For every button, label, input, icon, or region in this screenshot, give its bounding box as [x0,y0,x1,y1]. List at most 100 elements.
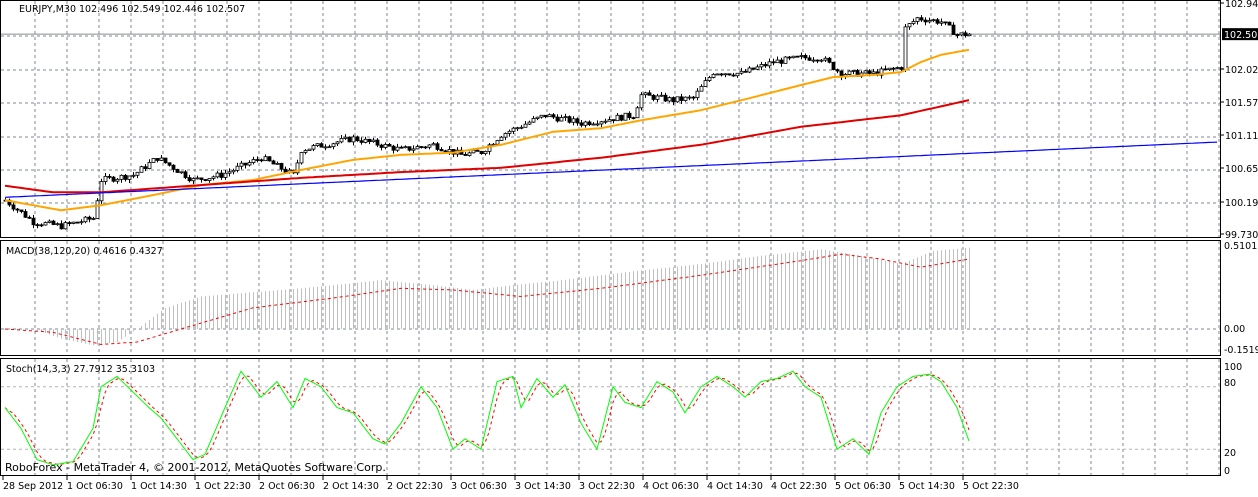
macd-signal-line [4,253,970,346]
candle-body [143,166,148,169]
price-tick-label: 100.650 [1225,164,1258,175]
candle-body [255,159,260,161]
candle-body [379,144,384,148]
candle-body [907,23,912,28]
candle-body [667,97,672,102]
candle-body [107,175,112,178]
candle-body [959,32,964,36]
candle-body [367,138,372,142]
price-tick-label: 101.110 [1225,131,1258,142]
candle-body [159,157,164,161]
candle-body [227,171,232,174]
time-tick-label: 1 Oct 06:30 [67,481,123,492]
candle-body [447,149,452,153]
candle-body [591,123,596,126]
macd-tick-label: 0.5101 [1224,241,1257,252]
candle-body [719,73,724,76]
time-tick-label: 3 Oct 14:30 [515,481,571,492]
candle-body [371,139,376,142]
time-tick-label: 28 Sep 2012 [3,481,63,492]
candle-body [123,174,128,180]
candle-body [347,136,352,143]
candle-body [279,162,284,170]
candle-body [923,19,928,23]
candle-body [55,223,60,226]
candle-body [479,150,484,155]
trading-chart[interactable]: 102.940 102.020 101.570 101.110 100.650 100.1… [0,0,1258,493]
candle-body [707,77,712,81]
candle-body [623,112,628,121]
candle-body [175,168,180,173]
candle-body [955,34,960,36]
candle-body [475,149,480,152]
candle-body [767,61,772,67]
candle-body [135,171,140,176]
candle-body [775,59,780,64]
time-tick-label: 2 Oct 22:30 [387,481,443,492]
candle-body [415,146,420,150]
candle-body [275,162,280,165]
candle-body [335,141,340,145]
candle-body [111,176,116,182]
macd-panel[interactable] [4,247,970,346]
candle-body [583,121,588,126]
candle-body [963,32,968,37]
candle-body [71,221,76,224]
candle-body [947,21,952,26]
chart-title: EURJPY,M30 102.496 102.549 102.446 102.5… [19,4,245,15]
candle-body [39,224,44,227]
candle-body [199,177,204,180]
price-tick-label: 99.730 [1225,230,1258,241]
candle-body [531,118,536,123]
time-tick-label: 3 Oct 22:30 [579,481,635,492]
candle-body [247,162,252,166]
candle-body [883,68,888,71]
candle-body [311,145,316,150]
candle-body [891,67,896,70]
candle-body [615,114,620,122]
candle-body [251,159,256,163]
candle-body [655,95,660,100]
candle-body [911,21,916,24]
candle-body [871,71,876,74]
candle-body [331,143,336,148]
candle-body [183,171,188,179]
candle-body [23,211,28,218]
candle-body [187,177,192,182]
candle-body [951,24,956,35]
stoch-k-line [4,370,970,466]
candle-body [595,123,600,126]
candle-body [535,116,540,119]
candle-body [303,150,308,153]
candle-body [495,140,500,145]
candle-body [663,94,668,102]
candle-body [735,72,740,77]
candle-body [527,121,532,125]
candle-body [939,21,944,24]
candle-body [763,64,768,67]
stoch-tick-label: 20 [1224,448,1236,459]
candle-body [523,123,528,128]
candle-body [191,178,196,182]
candle-body [271,160,276,165]
candle-body [571,118,576,123]
price-tick-label: 102.020 [1225,65,1258,76]
time-tick-label: 5 Oct 22:30 [963,481,1019,492]
candle-body [867,70,872,74]
candle-body [95,200,100,219]
candle-body [819,59,824,62]
candle-body [903,26,908,70]
candle-body [483,150,488,155]
candle-body [431,143,436,146]
candle-body [443,150,448,153]
candle-body [575,118,580,124]
candle-body [83,216,88,223]
candle-body [783,56,788,64]
candle-body [323,146,328,149]
candle-body [203,179,208,181]
macd-title: MACD(38,120,20) 0.4616 0.4327 [6,246,163,257]
candle-body [363,138,368,143]
candle-body [791,55,796,59]
current-price-label: 102.507 [1224,30,1258,41]
candle-body [267,156,272,162]
